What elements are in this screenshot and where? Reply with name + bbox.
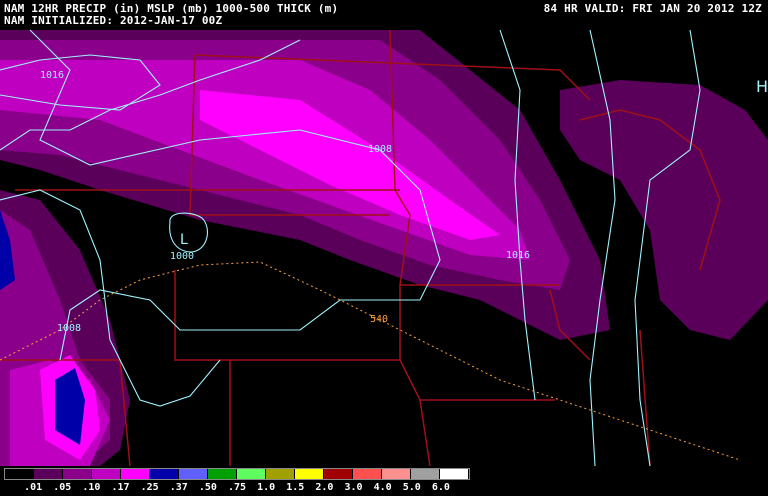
legend-swatch [208,469,237,479]
legend-swatch [382,469,411,479]
isobar-label-1000: 1000 [170,251,194,262]
precip-map: 1016 1008 1000 1008 1016 L H 540 [0,29,768,466]
legend-label: .37 [169,482,188,493]
legend-label: 1.5 [286,482,305,493]
isobar-label-1008-sw: 1008 [57,323,81,334]
legend-swatch [237,469,266,479]
legend-label: .25 [140,482,159,493]
border-il-in [639,329,651,466]
valid-time: 84 HR VALID: FRI JAN 20 2012 12Z [543,2,762,15]
legend-label: 1.0 [257,482,276,493]
legend-swatch [324,469,353,479]
legend-swatch [5,469,34,479]
legend-swatch [92,469,121,479]
weather-map-screen: NAM 12HR PRECIP (in) MSLP (mb) 1000-500 … [0,0,768,496]
isobar-label-1016-east: 1016 [506,250,530,261]
low-pressure-marker: L [180,232,188,248]
high-pressure-marker: H [756,77,768,96]
legend-label: .17 [111,482,130,493]
legend-swatch [179,469,208,479]
thickness-label-540: 540 [370,314,388,325]
legend-label: .75 [227,482,247,493]
legend-swatch [121,469,150,479]
isobar-label-1008-center: 1008 [368,144,392,155]
legend-swatch [411,469,440,479]
border-south [174,270,400,361]
legend-swatch [266,469,295,479]
legend-swatch [440,469,469,479]
initialized-time: NAM INITIALIZED: 2012-JAN-17 00Z [4,14,223,27]
legend-label: 3.0 [344,482,363,493]
legend-swatch [353,469,382,479]
legend-label: .05 [53,482,72,493]
legend-swatch [34,469,63,479]
precip-color-legend [4,468,470,480]
legend-label: 4.0 [373,482,392,493]
precip-legend-labels: .01 .05 .10 .17 .25 .37 .50 .75 1.0 1.5 2.0 3.0 4.0 5… [0,482,768,494]
legend-label: 5.0 [402,482,421,493]
legend-label: .50 [198,482,217,493]
legend-label: .10 [82,482,101,493]
legend-label: 6.0 [431,482,450,493]
isobar-label-1016-nw: 1016 [40,70,64,81]
legend-swatch [63,469,92,479]
legend-swatch [150,469,179,479]
precip-fill-layer [0,30,768,466]
legend-label: 2.0 [315,482,334,493]
legend-swatch [295,469,324,479]
legend-label: .01 [24,482,43,493]
border-ia-mo [419,399,431,466]
